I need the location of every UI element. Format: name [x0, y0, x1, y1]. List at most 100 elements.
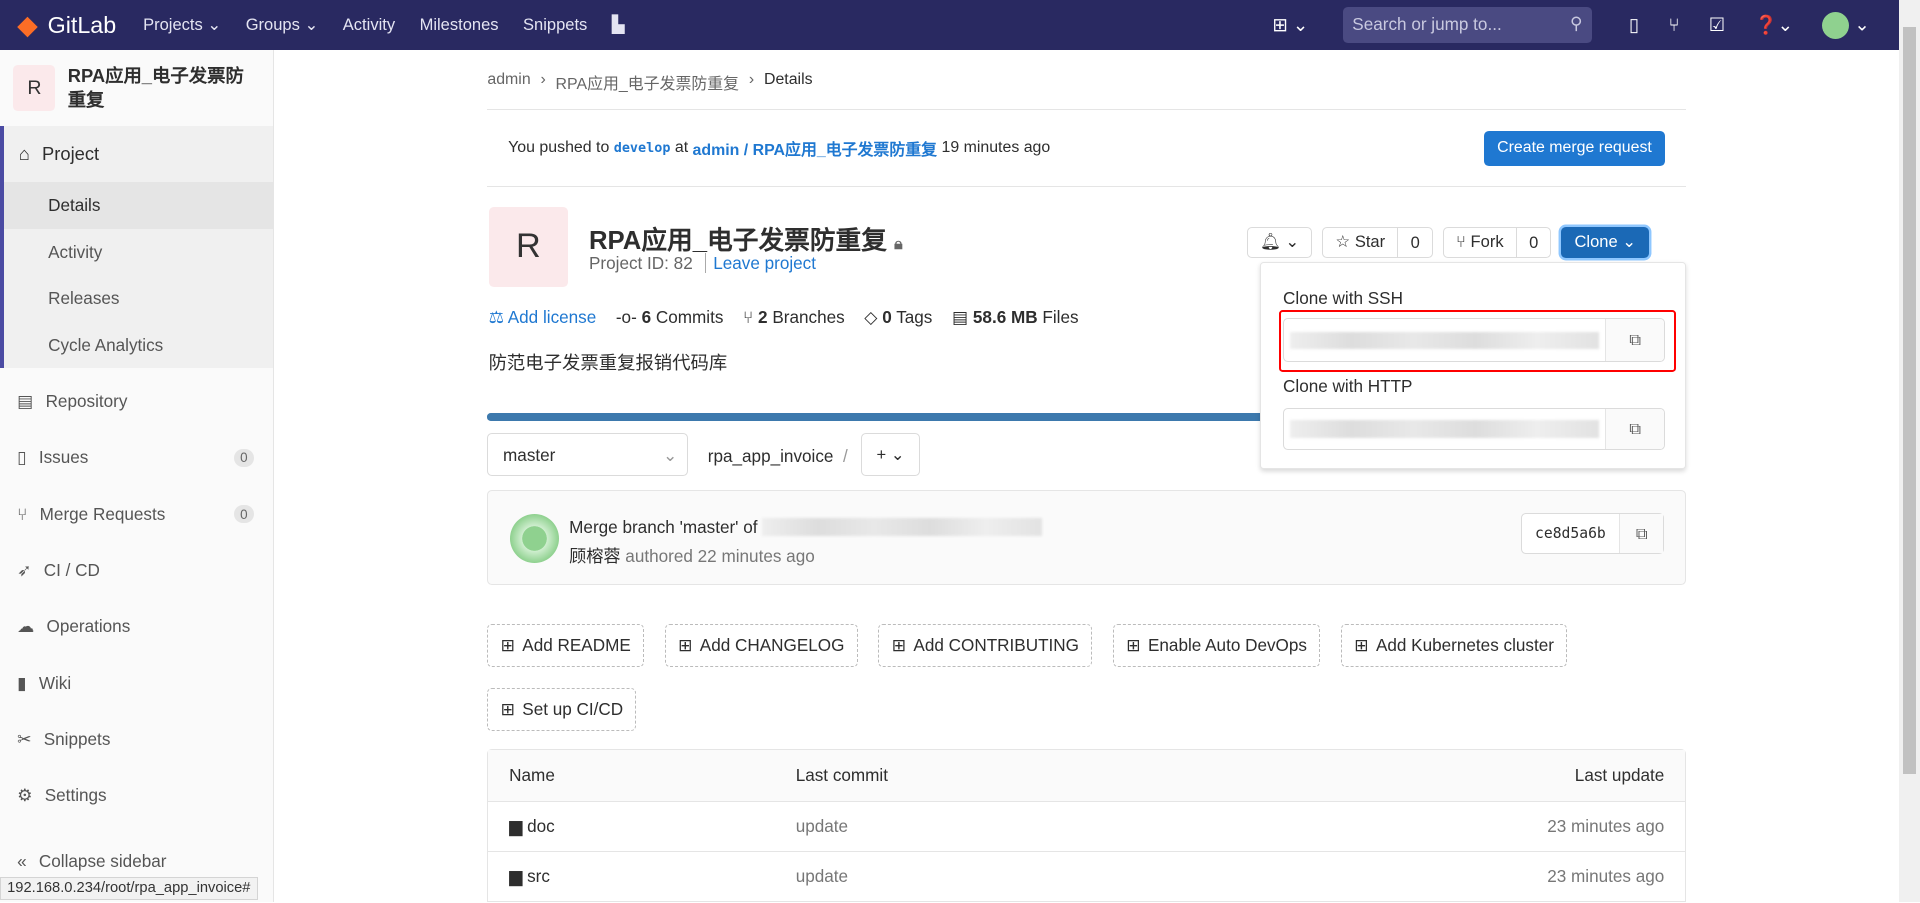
todos-icon[interactable]: ☑	[1709, 14, 1725, 36]
sidebar-item-merge-requests[interactable]: ⑂ Merge Requests 0	[0, 486, 273, 542]
copy-icon[interactable]: ⧉	[1605, 408, 1665, 450]
branch-select[interactable]: master ⌄	[487, 433, 689, 477]
breadcrumb: admin › RPA应用_电子发票防重复 › Details	[487, 71, 813, 94]
tag-icon: ◇	[864, 307, 878, 328]
add-kubernetes-button[interactable]: ⊞ Add Kubernetes cluster	[1341, 624, 1568, 668]
add-contributing-button[interactable]: ⊞ Add CONTRIBUTING	[878, 624, 1093, 668]
sidebar-item-project[interactable]: ⌂ Project	[4, 126, 273, 182]
project-avatar-large: R	[488, 206, 569, 287]
bell-icon: 🔔︎	[1259, 232, 1281, 252]
project-meta: Project ID: 82 Leave project	[588, 253, 817, 274]
sidebar-item-details[interactable]: Details	[4, 182, 274, 229]
push-project-link[interactable]: admin / RPA应用_电子发票防重复	[693, 137, 938, 160]
setup-ci-button[interactable]: ⊞ Set up CI/CD	[487, 688, 637, 731]
search-input[interactable]: Search or jump to... ⚲	[1342, 6, 1593, 44]
book-icon: ▮	[17, 672, 27, 693]
gitlab-logo[interactable]: ◆ GitLab	[17, 10, 116, 41]
last-commit: Merge branch 'master' of 顾榕蓉 authored 22…	[487, 489, 1687, 586]
lock-icon: 🔒︎	[894, 236, 903, 254]
repo-path: rpa_app_invoice /	[707, 445, 848, 466]
create-merge-request-button[interactable]: Create merge request	[1483, 130, 1666, 166]
add-license-link[interactable]: ⚖ Add license	[489, 307, 597, 328]
fork-icon: ⑂	[1456, 232, 1466, 252]
nav-milestones[interactable]: Milestones	[420, 15, 499, 35]
sidebar-item-snippets[interactable]: ✂ Snippets	[0, 711, 273, 767]
nav-projects[interactable]: Projects ⌄	[143, 15, 221, 35]
tags-link[interactable]: ◇ 0 Tags	[864, 307, 932, 328]
http-url-input[interactable]: ⧉	[1283, 407, 1666, 451]
commit-author[interactable]: 顾榕蓉	[569, 546, 620, 566]
rocket-icon: ➶	[17, 559, 32, 580]
cloud-gear-icon: ☁	[17, 616, 35, 637]
merge-request-icon: ⑂	[17, 503, 28, 524]
sidebar-item-activity[interactable]: Activity	[4, 229, 273, 276]
sidebar-item-settings[interactable]: ⚙ Settings	[0, 768, 273, 824]
branches-link[interactable]: ⑂ 2 Branches	[743, 307, 845, 328]
table-row[interactable]: ▆ src update 23 minutes ago	[488, 850, 1686, 901]
star-icon: ☆	[1335, 232, 1351, 252]
sidebar-item-wiki[interactable]: ▮ Wiki	[0, 655, 273, 711]
copy-icon: ⧉	[1619, 513, 1664, 554]
folder-icon: ▆	[509, 865, 523, 886]
new-item-icon[interactable]: ⊞ ⌄	[1272, 14, 1308, 36]
add-changelog-button[interactable]: ⊞ Add CHANGELOG	[664, 624, 858, 668]
star-button[interactable]: ☆ Star 0	[1322, 226, 1434, 259]
commits-link[interactable]: -o- 6 Commits	[616, 307, 724, 328]
file-table: Name Last commit Last update ▆ doc update 23…	[487, 749, 1687, 902]
issues-icon: ▯	[17, 447, 27, 468]
avatar[interactable]: ⌄	[1822, 11, 1870, 39]
scrollbar[interactable]	[1899, 0, 1920, 903]
enable-auto-devops-button[interactable]: ⊞ Enable Auto DevOps	[1113, 624, 1321, 668]
collapse-icon: «	[17, 851, 27, 872]
nav-groups[interactable]: Groups ⌄	[246, 15, 319, 35]
author-avatar	[510, 514, 560, 564]
help-icon[interactable]: ❓⌄	[1755, 14, 1793, 36]
highlight-box	[1279, 309, 1677, 372]
leave-project-link[interactable]: Leave project	[713, 253, 816, 273]
sidebar-item-issues[interactable]: ▯ Issues 0	[0, 430, 273, 486]
nav-snippets[interactable]: Snippets	[523, 15, 587, 35]
issues-icon[interactable]: ▯	[1629, 14, 1639, 36]
status-bar-url: 192.168.0.234/root/rpa_app_invoice#	[0, 876, 258, 900]
plus-square-icon: ⊞	[500, 699, 515, 720]
table-row[interactable]: ▆ doc update 23 minutes ago	[488, 800, 1686, 851]
add-file-button[interactable]: + ⌄	[860, 433, 921, 477]
sidebar-item-operations[interactable]: ☁ Operations	[0, 599, 273, 655]
quick-actions: ⊞ Add README ⊞ Add CHANGELOG ⊞ Add CONTRIBU…	[487, 624, 1589, 731]
sidebar-item-ci-cd[interactable]: ➶ CI / CD	[0, 542, 273, 598]
sidebar-project-name[interactable]: RPA应用_电子发票防重复	[68, 64, 260, 113]
chevron-down-icon: ⌄	[663, 445, 678, 466]
project-stats: ⚖ Add license -o- 6 Commits ⑂ 2 Branches…	[489, 307, 1079, 328]
sidebar-item-repository[interactable]: ▤ Repository	[0, 373, 273, 429]
top-navbar: ◆ GitLab Projects ⌄ Groups ⌄ Activity Mil…	[0, 0, 1900, 51]
merge-requests-icon[interactable]: ⑂	[1669, 14, 1680, 36]
project-avatar: R	[13, 64, 56, 112]
add-readme-button[interactable]: ⊞ Add README	[487, 624, 645, 668]
commit-icon: -o-	[615, 307, 637, 328]
clone-button[interactable]: Clone ⌄	[1561, 226, 1650, 259]
chevron-down-icon: ⌄	[1622, 232, 1637, 252]
plus-square-icon: ⊞	[891, 635, 907, 656]
sidebar: R RPA应用_电子发票防重复 ⌂ Project Details Activity…	[0, 50, 275, 903]
scissors-icon: ✂	[17, 728, 32, 749]
fox-icon: ◆	[17, 9, 38, 40]
file-icon: ▤	[951, 307, 969, 328]
chart-icon[interactable]: ▙	[612, 15, 625, 35]
commit-title[interactable]: Merge branch 'master' of	[569, 517, 757, 538]
sidebar-item-cycle-analytics[interactable]: Cycle Analytics	[4, 322, 273, 369]
home-icon: ⌂	[18, 143, 30, 165]
fork-button[interactable]: ⑂ Fork 0	[1442, 226, 1552, 259]
plus-square-icon: ⊞	[678, 635, 693, 656]
gear-icon: ⚙	[17, 785, 33, 806]
project-description: 防范电子发票重复报销代码库	[488, 351, 728, 373]
nav-activity[interactable]: Activity	[343, 15, 395, 35]
notification-button[interactable]: 🔔︎ ⌄	[1246, 226, 1313, 259]
file-icon: ▤	[17, 391, 34, 412]
folder-icon: ▆	[509, 815, 523, 836]
sidebar-item-releases[interactable]: Releases	[4, 275, 273, 322]
scale-icon: ⚖	[488, 307, 504, 328]
commit-sha[interactable]: ce8d5a6b ⧉	[1520, 512, 1665, 555]
files-link[interactable]: ▤ 58.6 MB Files	[952, 307, 1079, 328]
plus-square-icon: ⊞	[1126, 635, 1141, 656]
plus-square-icon: ⊞	[500, 635, 515, 656]
